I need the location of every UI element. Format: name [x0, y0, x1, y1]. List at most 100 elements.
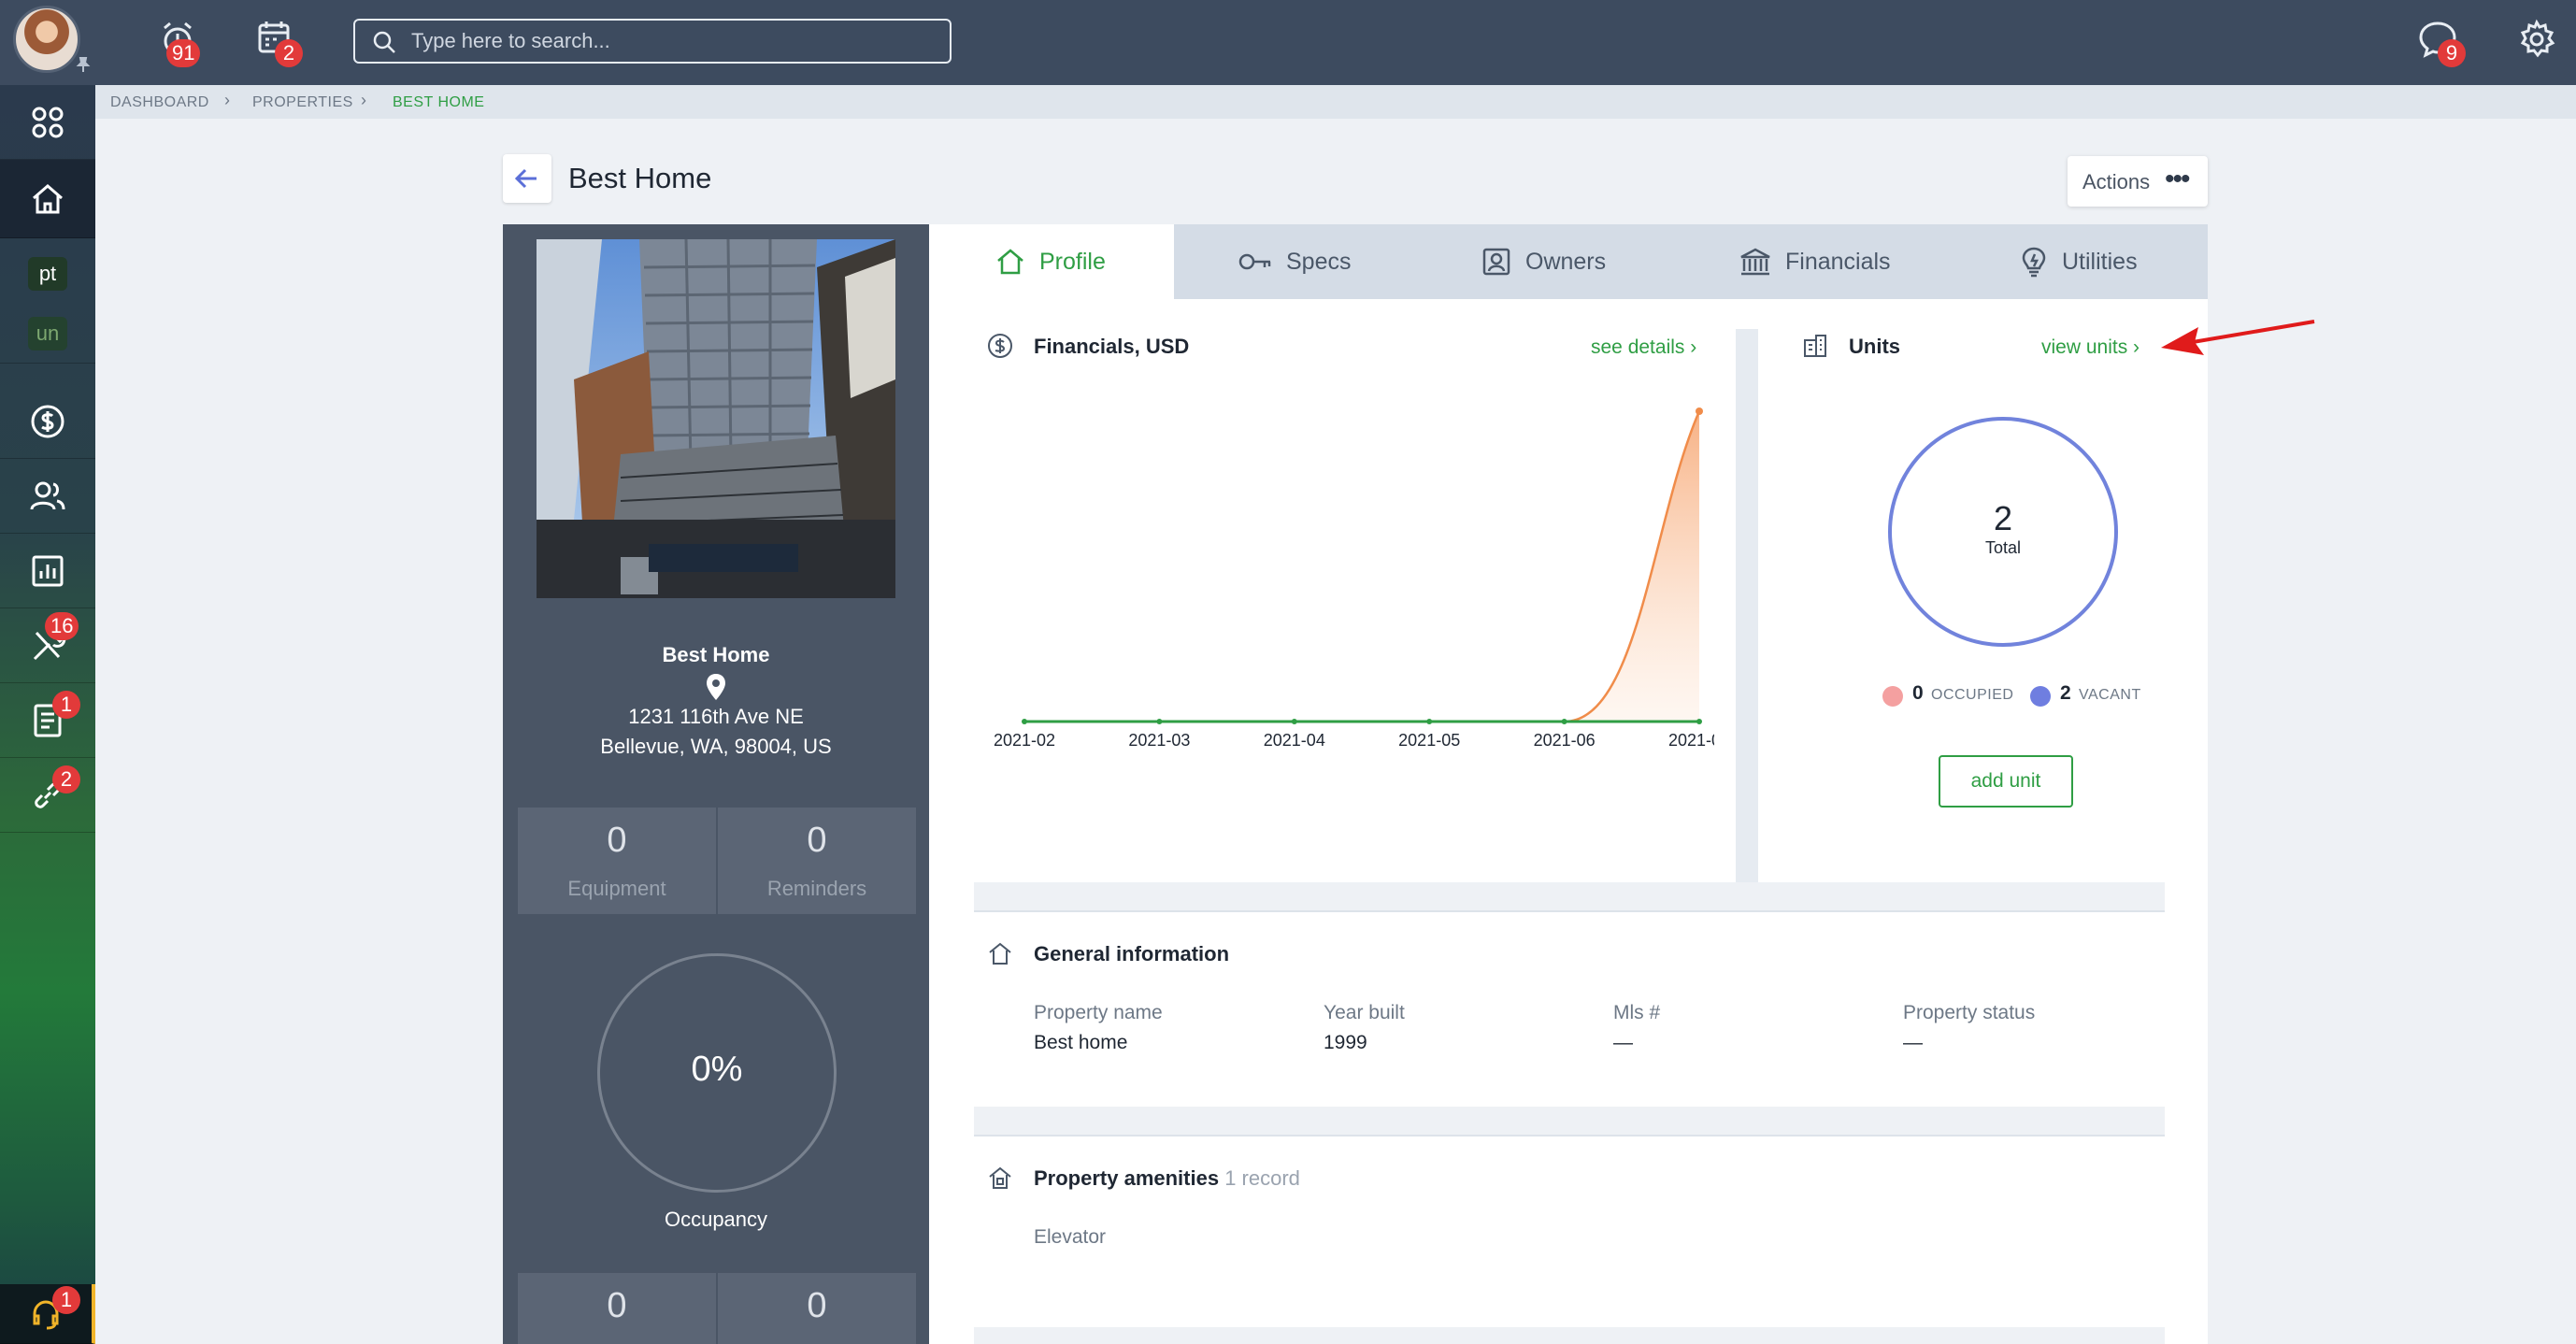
- x-tick-label: 2021-05: [1398, 731, 1460, 750]
- series-line: [1024, 410, 1701, 723]
- sidebar: pt un 16 1 2 1: [0, 85, 95, 1344]
- breadcrumb-properties[interactable]: PROPERTIES: [252, 94, 353, 111]
- add-unit-button[interactable]: add unit: [1939, 755, 2073, 808]
- search-icon: [373, 31, 395, 53]
- chevron-right-icon: ›: [2133, 336, 2140, 358]
- bank-icon: [1740, 248, 1770, 276]
- calendar-icon[interactable]: 2: [254, 17, 303, 67]
- property-status-value: —: [1903, 1032, 1923, 1053]
- sidebar-item-maintenance[interactable]: 16: [0, 608, 95, 683]
- key-icon: [1238, 253, 1271, 270]
- sidebar-item-documents[interactable]: 1: [0, 683, 95, 758]
- arrow-left-icon: [514, 168, 537, 189]
- apps-grid-icon: [32, 107, 64, 137]
- reminders-stat[interactable]: 0 Reminders: [718, 808, 916, 914]
- house-icon: [997, 249, 1023, 275]
- annotation-arrow-icon: [2161, 320, 2315, 355]
- sidebar-item-reports[interactable]: [0, 534, 95, 608]
- dollar-icon: [31, 405, 64, 437]
- sidebar-item-financials[interactable]: [0, 384, 95, 459]
- actions-button[interactable]: Actions •••: [2068, 156, 2208, 207]
- user-avatar[interactable]: [13, 6, 80, 73]
- sidebar-item-pt[interactable]: pt: [0, 244, 95, 304]
- financials-title: Financials, USD: [1034, 335, 1190, 358]
- series-area-fill: [1024, 411, 1699, 722]
- amenities-title: Property amenities 1 record: [1034, 1166, 1300, 1191]
- address-line-1: 1231 116th Ave NE: [628, 705, 804, 728]
- maintenance-badge: 16: [45, 612, 79, 640]
- chevron-right-icon: ›: [361, 91, 366, 109]
- settings-gear-icon[interactable]: [2514, 17, 2559, 62]
- financials-chart: 2021-02 2021-03 2021-04 2021-05 2021-06 2021-…: [994, 407, 1714, 750]
- vacant-legend-dot: [2030, 686, 2051, 707]
- general-info-title: General information: [1034, 942, 1230, 965]
- tab-owners[interactable]: Owners: [1481, 224, 1606, 299]
- search-box[interactable]: [353, 19, 952, 64]
- see-details-label: see details: [1591, 336, 1685, 358]
- vacant-count: 2: [2060, 682, 2071, 704]
- data-point: [1696, 407, 1703, 415]
- address-line-2: Bellevue, WA, 98004, US: [600, 735, 832, 758]
- bottom-right-count: 0: [807, 1286, 827, 1325]
- owner-card-icon: [1482, 248, 1510, 276]
- sidebar-item-home[interactable]: [0, 160, 95, 238]
- support-badge: 1: [52, 1286, 80, 1314]
- reminders-alarm-icon[interactable]: 91: [157, 17, 202, 67]
- bottom-right-stat[interactable]: 0: [718, 1273, 916, 1344]
- pin-icon: [75, 56, 92, 73]
- tab-utilities[interactable]: Utilities: [2019, 224, 2138, 299]
- view-units-link[interactable]: view units ›: [2041, 336, 2140, 359]
- home-icon: [33, 183, 63, 213]
- reminders-count: 0: [807, 821, 827, 860]
- units-total-label: Total: [1984, 538, 2022, 557]
- property-status-label: Property status: [1903, 1002, 2036, 1023]
- amenities-count: 1 record: [1224, 1166, 1300, 1190]
- messages-badge: 9: [2438, 39, 2466, 67]
- documents-badge: 1: [52, 691, 80, 719]
- sidebar-text-pt: pt: [28, 257, 67, 291]
- amenities-house-icon: [989, 1166, 1011, 1189]
- equipment-stat[interactable]: 0 Equipment: [518, 808, 716, 914]
- units-total-ring: 2 Total: [1888, 417, 2118, 647]
- tab-profile[interactable]: Profile: [929, 224, 1174, 299]
- x-tick-label: 2021-02: [994, 731, 1055, 750]
- occupancy-ring: 0%: [597, 953, 837, 1193]
- back-button[interactable]: [503, 154, 551, 203]
- chevron-right-icon: ›: [224, 91, 230, 109]
- data-point: [1696, 719, 1702, 724]
- tab-utilities-label: Utilities: [2062, 248, 2138, 275]
- occupied-count: 0: [1912, 682, 1924, 704]
- data-point: [1022, 719, 1027, 724]
- sidebar-item-links[interactable]: 2: [0, 758, 95, 833]
- occupancy-label: Occupancy: [664, 1208, 768, 1231]
- tab-owners-label: Owners: [1525, 248, 1607, 275]
- section-separator: [974, 1107, 2165, 1137]
- bottom-left-stat[interactable]: 0: [518, 1273, 716, 1344]
- section-separator: [974, 1327, 2165, 1344]
- sidebar-item-people[interactable]: [0, 459, 95, 534]
- bar-chart-icon: [32, 555, 64, 586]
- equipment-label: Equipment: [567, 877, 666, 900]
- building-icon: [1804, 335, 1826, 357]
- tab-specs-label: Specs: [1286, 248, 1352, 275]
- tab-specs[interactable]: Specs: [1238, 224, 1351, 299]
- see-details-link[interactable]: see details ›: [1591, 336, 1696, 359]
- search-input[interactable]: [411, 21, 935, 62]
- occupied-label: OCCUPIED: [1931, 687, 2014, 703]
- column-divider: [1736, 329, 1758, 882]
- sidebar-item-apps[interactable]: [0, 85, 95, 160]
- house-outline-icon: [989, 942, 1011, 965]
- year-built-value: 1999: [1324, 1032, 1367, 1053]
- tab-profile-label: Profile: [1039, 248, 1106, 275]
- breadcrumb-dashboard[interactable]: DASHBOARD: [110, 94, 209, 111]
- tab-financials[interactable]: Financials: [1739, 224, 1891, 299]
- sidebar-item-un[interactable]: un: [0, 304, 95, 364]
- mls-label: Mls #: [1613, 1002, 1661, 1023]
- x-tick-label: 2021-07: [1668, 731, 1714, 750]
- bottom-left-count: 0: [607, 1286, 627, 1325]
- year-built-label: Year built: [1324, 1002, 1405, 1023]
- actions-label: Actions: [2082, 170, 2151, 193]
- sidebar-item-support[interactable]: 1: [0, 1284, 95, 1344]
- x-tick-label: 2021-03: [1128, 731, 1190, 750]
- messages-chat-icon[interactable]: 9: [2415, 17, 2466, 67]
